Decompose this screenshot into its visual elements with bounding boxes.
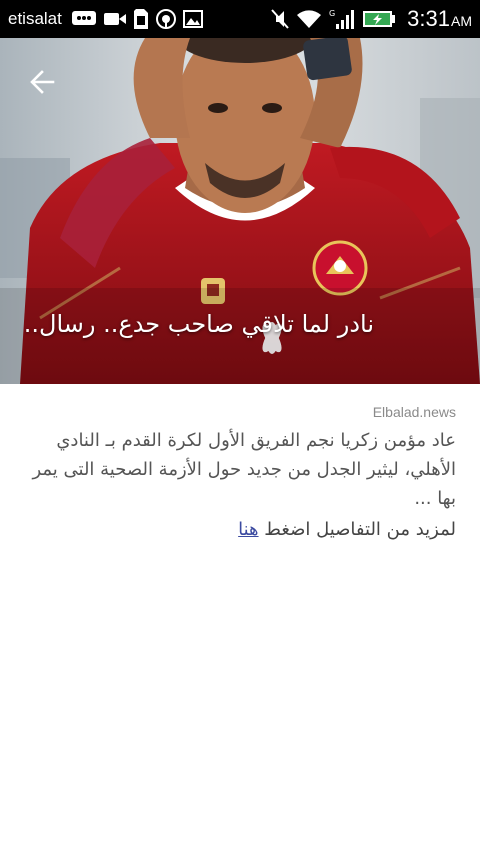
article-title: نادر لما تلاقي صاحب جدع.. رسال.. (23, 310, 374, 338)
clock: 3:31AM (407, 6, 472, 32)
gallery-icon (182, 0, 203, 38)
article-hero-image: نادر لما تلاقي صاحب جدع.. رسال.. (0, 38, 480, 384)
sd-card-icon (133, 0, 149, 38)
article-body: Elbalad.news عاد مؤمن زكريا نجم الفريق ا… (24, 404, 456, 545)
hotspot-icon (155, 0, 177, 38)
arrow-left-icon (30, 70, 55, 94)
wifi-icon (296, 0, 322, 38)
carrier-name: etisalat (8, 9, 62, 28)
more-details-text: لمزيد من التفاصيل اضغط (264, 519, 456, 540)
status-bar: etisalat G 3:31AM (0, 0, 480, 38)
battery-charging-icon (362, 0, 396, 38)
signal-icon: G (328, 0, 356, 38)
clock-time: 3:31 (407, 6, 450, 31)
article-summary: عاد مؤمن زكريا نجم الفريق الأول لكرة الق… (32, 430, 456, 509)
more-details-link[interactable]: هنا (238, 519, 258, 540)
video-icon (103, 0, 127, 38)
back-button[interactable] (24, 64, 60, 100)
more-details-line: لمزيد من التفاصيل اضغط هنا (24, 515, 456, 545)
source-label: Elbalad.news (372, 404, 456, 420)
clock-ampm: AM (451, 13, 472, 29)
messages-icon (71, 0, 97, 38)
network-type-label: G (329, 9, 335, 18)
mute-icon (270, 0, 290, 38)
